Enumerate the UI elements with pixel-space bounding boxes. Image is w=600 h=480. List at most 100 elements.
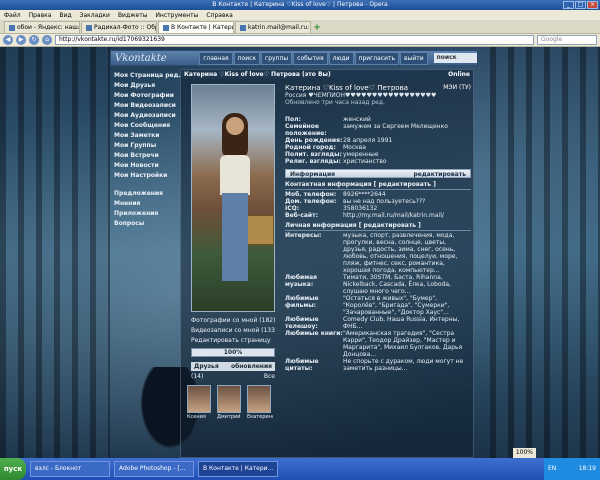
left-menu-videos[interactable]: Мои Видеозаписи <box>114 101 176 111</box>
contact-mobile: Моб. телефон: 8926****2644 <box>285 191 386 198</box>
new-tab-icon[interactable]: + <box>312 23 322 33</box>
left-menu-opinions[interactable]: Мнения <box>114 199 176 209</box>
left-menu-settings[interactable]: Мои Настройки <box>114 171 176 181</box>
menu-widgets[interactable]: Виджеты <box>118 12 148 19</box>
photos-with-me-link[interactable]: Фотографии со мной (182) <box>191 316 275 326</box>
start-button[interactable]: пуск <box>0 458 26 480</box>
online-status: Online <box>448 71 470 78</box>
system-tray: EN 18:19 <box>544 458 600 480</box>
menu-edit[interactable]: Правка <box>29 12 52 19</box>
left-menu-apps[interactable]: Приложения <box>114 209 176 219</box>
vk-search-input[interactable]: поиск <box>433 53 477 63</box>
contact-icq: ICQ: 358036132 <box>285 205 378 212</box>
radikal-favicon-icon <box>86 24 92 31</box>
left-menu-photos[interactable]: Мои Фотографии <box>114 91 176 101</box>
left-menu-offers[interactable]: Предложения <box>114 189 176 199</box>
profile-completeness-bar: 100% <box>191 348 275 357</box>
photo-jeans <box>222 193 248 281</box>
task-opera[interactable]: В Контакте | Катери... <box>198 461 278 477</box>
tab-yandex[interactable]: обои - Яндекс: нашлось ... <box>4 21 80 33</box>
nav-invite[interactable]: пригласить <box>354 51 400 65</box>
nav-logout[interactable]: выйти <box>400 51 428 65</box>
background-forest <box>0 47 110 458</box>
profile-photo[interactable] <box>191 84 275 312</box>
left-menu-notes[interactable]: Мои Заметки <box>114 131 176 141</box>
forward-icon[interactable]: ▶ <box>16 35 26 45</box>
friends-list: Ксения Дмитрий Екатерина <box>187 385 277 420</box>
profile-status[interactable]: Россия ♥ЧЕМПИОН♥♥♥♥♥♥♥♥♥♥♥♥♥♥♥♥♥ <box>285 92 471 99</box>
taskbar: пуск вэлс - Блокнот Adobe Photoshop - [.… <box>0 458 600 480</box>
maximize-button[interactable]: □ <box>575 1 586 9</box>
personal-section-title[interactable]: Личная информация [ редактировать ] <box>285 222 471 231</box>
nav-people[interactable]: люди <box>328 51 354 65</box>
friends-header: Друзья обновления <box>191 362 275 371</box>
left-menu-events[interactable]: Мои Встречи <box>114 151 176 161</box>
vk-header: Vkontakte главная поиск группы события л… <box>110 50 478 66</box>
videos-with-me-link[interactable]: Видеозаписи со мной (133) <box>191 326 275 336</box>
info-edit-link[interactable]: редактировать <box>413 170 466 178</box>
avatar <box>217 385 241 413</box>
page-title: Катерина ♡Kiss of love♡ Петрова (это Вы) <box>184 71 331 78</box>
menu-view[interactable]: Вид <box>59 12 71 19</box>
tab-radikal[interactable]: Радикал-Фото :: Обр... <box>81 21 157 33</box>
edit-page-link[interactable]: Редактировать страницу <box>191 336 275 346</box>
university-link[interactable]: МЭИ (ТУ) <box>443 84 471 91</box>
menu-tools[interactable]: Инструменты <box>155 12 198 19</box>
friends-all-link[interactable]: Все <box>264 373 275 380</box>
vk-logo[interactable]: Vkontakte <box>111 53 199 64</box>
personal-interests: Интересы: музыка, спорт, развлечения, мод… <box>285 232 458 274</box>
tab-mail[interactable]: katrin.mail@mail.ru: нет... <box>235 21 311 33</box>
friends-updates-link[interactable]: обновления <box>231 362 272 371</box>
photo-shirt <box>220 155 250 195</box>
friend-item[interactable]: Дмитрий <box>217 385 243 420</box>
close-button[interactable]: × <box>587 1 598 9</box>
task-photoshop[interactable]: Adobe Photoshop - [... <box>114 461 194 477</box>
left-menu-friends[interactable]: Мои Друзья <box>114 81 176 91</box>
home-icon[interactable]: ⌂ <box>42 35 52 45</box>
url-input[interactable]: http://vkontakte.ru/id17069321639 <box>55 35 534 45</box>
left-menu-questions[interactable]: Вопросы <box>114 219 176 229</box>
nav-groups[interactable]: группы <box>261 51 293 65</box>
left-menu-messages[interactable]: Мои Сообщения <box>114 121 176 131</box>
menu-help[interactable]: Справка <box>206 12 232 19</box>
nav-home[interactable]: главная <box>199 51 233 65</box>
reload-icon[interactable]: ↻ <box>29 35 39 45</box>
field-hometown: Родной город: Москва <box>285 144 366 151</box>
left-menu-my-page[interactable]: Моя Страница ред. <box>114 71 181 81</box>
left-menu-audio[interactable]: Мои Аудиозаписи <box>114 111 176 121</box>
edit-link[interactable]: ред. <box>165 72 181 79</box>
zoom-level[interactable]: 100% <box>512 448 536 458</box>
friend-item[interactable]: Екатерина <box>247 385 273 420</box>
yandex-favicon-icon <box>9 24 15 31</box>
minimize-button[interactable]: _ <box>563 1 574 9</box>
contact-home-phone: Дом. телефон: вы не над пользуетесь??? <box>285 198 426 205</box>
tab-vkontakte[interactable]: В Контакте | Катерина ... <box>158 21 234 33</box>
task-notepad[interactable]: вэлс - Блокнот <box>30 461 110 477</box>
field-religion: Религ. взгляды: христианство <box>285 158 387 165</box>
contact-section-title[interactable]: Контактная информация [ редактировать ] <box>285 181 471 190</box>
friend-item[interactable]: Ксения <box>187 385 213 420</box>
mail-favicon-icon <box>240 24 246 31</box>
background-forest-right <box>490 47 600 458</box>
window-title: В Контакте | Катерина ♡Kiss of love♡ | П… <box>212 1 388 8</box>
nav-search[interactable]: поиск <box>233 51 261 65</box>
nav-events[interactable]: события <box>293 51 328 65</box>
menu-bookmarks[interactable]: Закладки <box>80 12 110 19</box>
photo-links: Фотографии со мной (182) Видеозаписи со … <box>191 316 275 346</box>
personal-books: Любимые книги: "Американская трагедия", "… <box>285 330 463 358</box>
contact-website[interactable]: Веб-сайт: http://my.mail.ru/mail/katrin.m… <box>285 212 471 219</box>
left-menu-news[interactable]: Мои Новости <box>114 161 176 171</box>
search-input[interactable]: Google <box>537 35 597 45</box>
field-birthday: День рождения: 28 апреля 1991 <box>285 137 393 144</box>
field-gender: Пол: женский <box>285 116 371 123</box>
friends-count: (14) Все <box>191 373 275 380</box>
menu-file[interactable]: Файл <box>4 12 21 19</box>
language-indicator[interactable]: EN <box>548 458 556 480</box>
friends-title[interactable]: Друзья <box>194 362 219 371</box>
avatar <box>187 385 211 413</box>
photo-face <box>226 117 244 135</box>
field-politics: Полит. взгляды: умеренные <box>285 151 379 158</box>
left-menu-divider <box>114 181 176 189</box>
back-icon[interactable]: ◀ <box>3 35 13 45</box>
left-menu-groups[interactable]: Мои Группы <box>114 141 176 151</box>
